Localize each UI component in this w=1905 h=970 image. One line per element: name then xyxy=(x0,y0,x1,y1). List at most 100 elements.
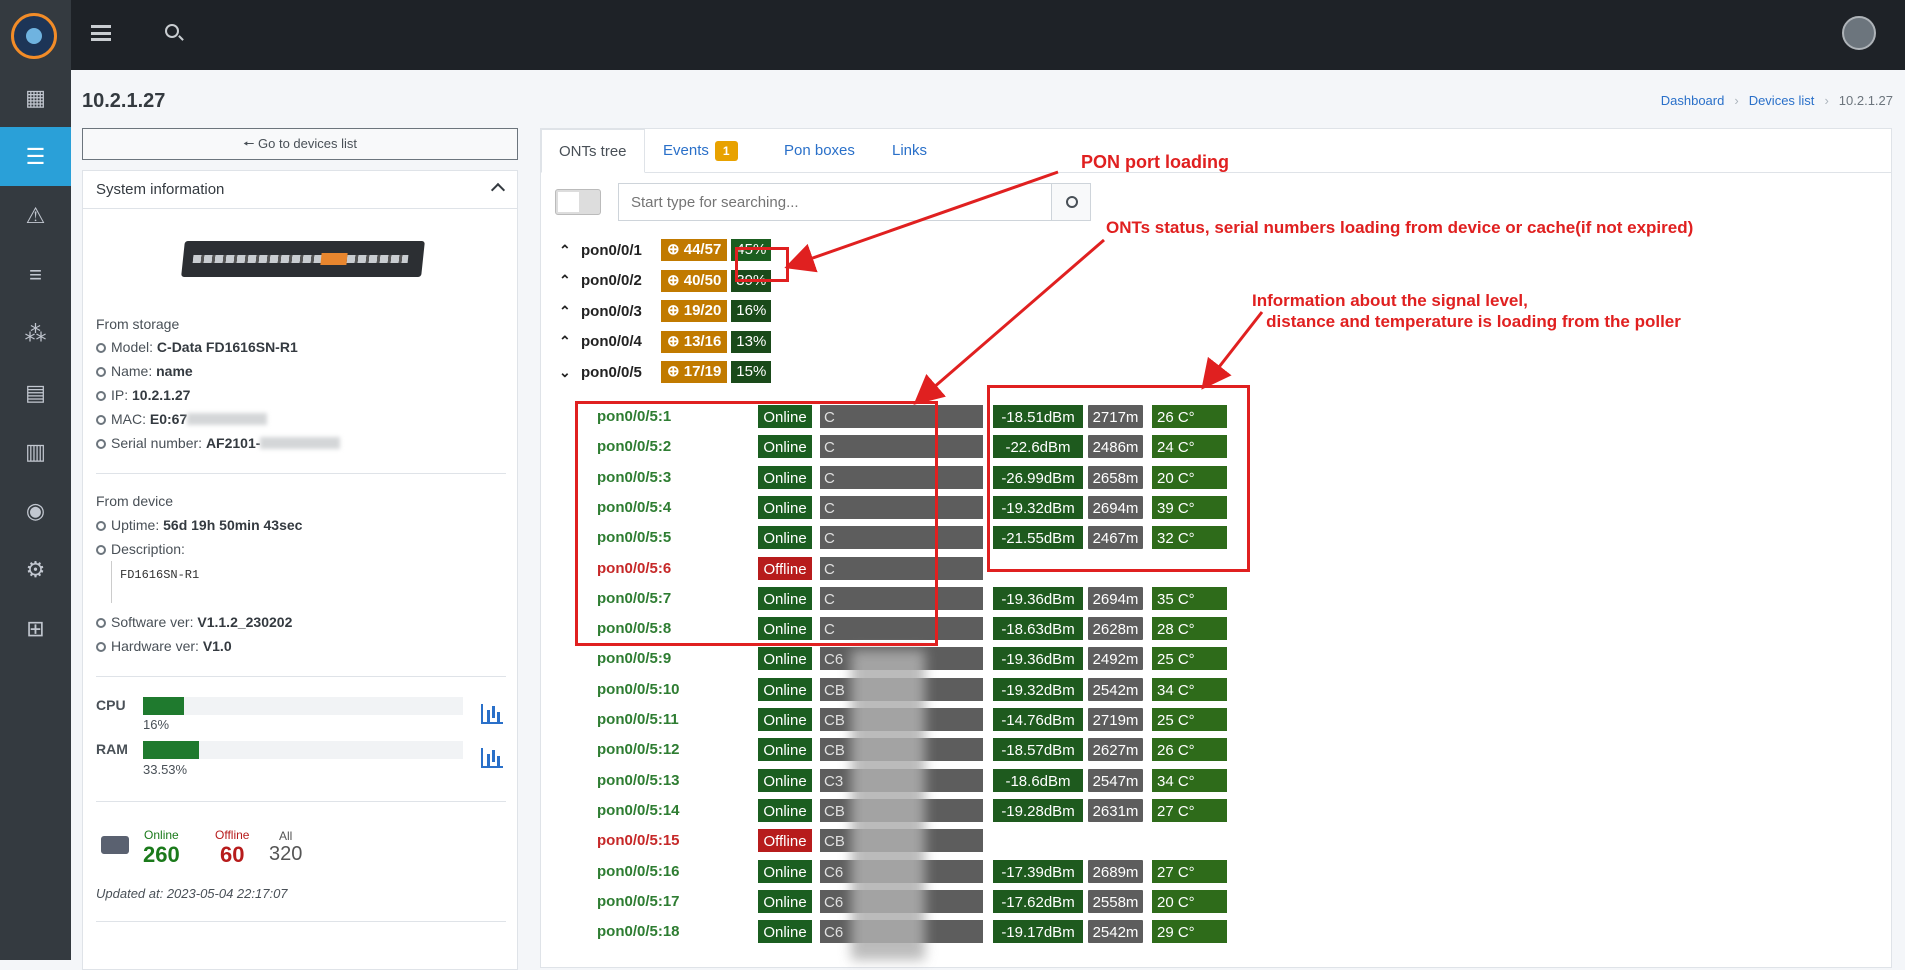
breadcrumb-devices-list[interactable]: Devices list xyxy=(1749,93,1815,108)
annotation-signal-info: Information about the signal level, dist… xyxy=(1252,291,1681,331)
tab-pon-boxes[interactable]: Pon boxes xyxy=(767,129,872,173)
search-list-icon[interactable]: ≡ xyxy=(0,245,71,304)
breadcrumb-dashboard[interactable]: Dashboard xyxy=(1661,93,1725,108)
onu-signal: -19.36dBm xyxy=(992,646,1084,672)
chevron-up-icon[interactable]: ⌃ xyxy=(559,303,573,320)
menu-icon[interactable] xyxy=(91,25,111,41)
view-toggle[interactable] xyxy=(555,189,601,215)
onu-status-badge: Online xyxy=(757,676,813,702)
onu-signal: -18.63dBm xyxy=(992,616,1084,642)
onu-signal: -17.39dBm xyxy=(992,858,1084,884)
pon-port-row[interactable]: ⌄ pon0/0/5 ⊕ 17/19 15% xyxy=(559,360,772,384)
tab-links-label: Links xyxy=(892,142,928,159)
pon-port-row[interactable]: ⌃ pon0/0/3 ⊕ 19/20 16% xyxy=(559,299,772,323)
model-label: Model: xyxy=(111,339,154,355)
onu-distance: 2631m xyxy=(1087,797,1144,823)
pon-port-name: pon0/0/3 xyxy=(581,302,642,320)
onu-name[interactable]: pon0/0/5:15 xyxy=(597,832,757,849)
divider xyxy=(96,676,506,677)
chevron-up-icon[interactable]: ⌃ xyxy=(559,272,573,289)
network-icon xyxy=(96,415,106,425)
pon-port-load: 15% xyxy=(731,361,772,383)
pon-port-name: pon0/0/4 xyxy=(581,333,642,350)
onu-name[interactable]: pon0/0/5:16 xyxy=(597,863,757,880)
document-icon[interactable]: ▤ xyxy=(0,363,71,422)
onu-temperature: 27 C° xyxy=(1151,858,1228,884)
router-icon xyxy=(101,836,129,854)
ram-chart-icon[interactable] xyxy=(481,748,503,768)
onu-name[interactable]: pon0/0/5:13 xyxy=(597,772,757,789)
search-icon[interactable] xyxy=(165,24,179,38)
search-button-icon[interactable] xyxy=(1051,183,1091,221)
system-info-header[interactable]: System information xyxy=(83,171,517,209)
apps-icon[interactable]: ⊞ xyxy=(0,599,71,658)
annotation-box-signal xyxy=(987,385,1250,572)
software-icon xyxy=(96,618,106,628)
onu-signal: -14.76dBm xyxy=(992,707,1084,732)
logo[interactable] xyxy=(11,13,57,59)
search-input[interactable] xyxy=(618,183,1052,221)
chevron-down-icon[interactable]: ⌄ xyxy=(559,364,573,381)
uptime-value: 56d 19h 50min 43sec xyxy=(163,517,303,533)
chart-icon[interactable]: ▥ xyxy=(0,422,71,481)
ip-value: 10.2.1.27 xyxy=(132,387,191,403)
onu-distance: 2558m xyxy=(1087,888,1144,914)
onu-status-badge: Online xyxy=(757,707,813,732)
pon-port-name: pon0/0/2 xyxy=(581,272,642,289)
page-title: 10.2.1.27 xyxy=(82,90,166,112)
onu-name[interactable]: pon0/0/5:12 xyxy=(597,741,757,758)
alert-icon[interactable]: ⚠ xyxy=(0,186,71,245)
onu-name[interactable]: pon0/0/5:14 xyxy=(597,802,757,819)
onu-row[interactable]: pon0/0/5:15 Offline CB xyxy=(597,828,984,854)
onu-name[interactable]: pon0/0/5:18 xyxy=(597,923,757,940)
tab-pon-boxes-label: Pon boxes xyxy=(784,142,855,159)
hardware-row: Hardware ver: V1.0 xyxy=(96,638,232,654)
user-avatar-icon[interactable] xyxy=(1842,16,1876,50)
onu-name[interactable]: pon0/0/5:10 xyxy=(597,681,757,698)
updated-at: Updated at: 2023-05-04 22:17:07 xyxy=(96,886,288,901)
pon-port-name: pon0/0/5 xyxy=(581,363,642,381)
settings-icon[interactable]: ⚙ xyxy=(0,540,71,599)
tab-events-label: Events xyxy=(663,142,709,159)
chevron-up-icon[interactable] xyxy=(490,182,506,198)
pon-port-count-value: 40/50 xyxy=(683,271,722,289)
tab-onts-tree[interactable]: ONTs tree xyxy=(541,129,645,173)
users-icon[interactable]: ◉ xyxy=(0,481,71,540)
mac-value: E0:67 xyxy=(149,411,188,427)
cpu-value: 16% xyxy=(143,717,170,732)
pon-port-count-value: 17/19 xyxy=(683,363,722,380)
clock-icon xyxy=(96,521,106,531)
tab-links[interactable]: Links xyxy=(875,129,944,173)
chevron-up-icon[interactable]: ⌃ xyxy=(559,242,573,259)
topology-icon[interactable]: ⁂ xyxy=(0,304,71,363)
ram-value: 33.53% xyxy=(143,762,188,777)
redacted-serials xyxy=(851,650,925,960)
onu-name[interactable]: pon0/0/5:11 xyxy=(597,711,757,728)
pon-port-count-value: 44/57 xyxy=(683,241,722,258)
model-row: Model: C-Data FD1616SN-R1 xyxy=(96,339,298,355)
pon-port-row[interactable]: ⌃ pon0/0/4 ⊕ 13/16 13% xyxy=(559,330,772,354)
redacted-serial xyxy=(260,437,341,449)
tree-icon[interactable]: ☰ xyxy=(0,127,71,186)
ip-row: IP: 10.2.1.27 xyxy=(96,387,190,403)
description-label: Description: xyxy=(111,541,185,557)
pon-port-count: ⊕ 17/19 xyxy=(661,361,728,383)
system-info-title: System information xyxy=(96,181,225,198)
cpu-chart-icon[interactable] xyxy=(481,704,503,724)
dashboard-icon[interactable]: ▦ xyxy=(0,68,71,127)
ram-label: RAM xyxy=(96,741,128,757)
go-to-devices-button[interactable]: 🠔 Go to devices list xyxy=(82,128,518,160)
ram-bar-track xyxy=(143,741,463,759)
onu-signal: -19.17dBm xyxy=(992,919,1084,945)
chevron-up-icon[interactable]: ⌃ xyxy=(559,333,573,350)
onu-name[interactable]: pon0/0/5:9 xyxy=(597,650,757,667)
onu-distance: 2689m xyxy=(1087,858,1144,884)
onu-distance: 2542m xyxy=(1087,919,1144,945)
cpu-bar-fill xyxy=(143,697,184,715)
annotation-onts-status: ONTs status, serial numbers loading from… xyxy=(1106,218,1694,237)
onu-distance: 2694m xyxy=(1087,585,1144,611)
tab-events[interactable]: Events 1 xyxy=(646,129,755,173)
pon-port-load: 13% xyxy=(731,330,772,353)
onu-name[interactable]: pon0/0/5:17 xyxy=(597,893,757,910)
onu-temperature: 34 C° xyxy=(1151,676,1228,702)
